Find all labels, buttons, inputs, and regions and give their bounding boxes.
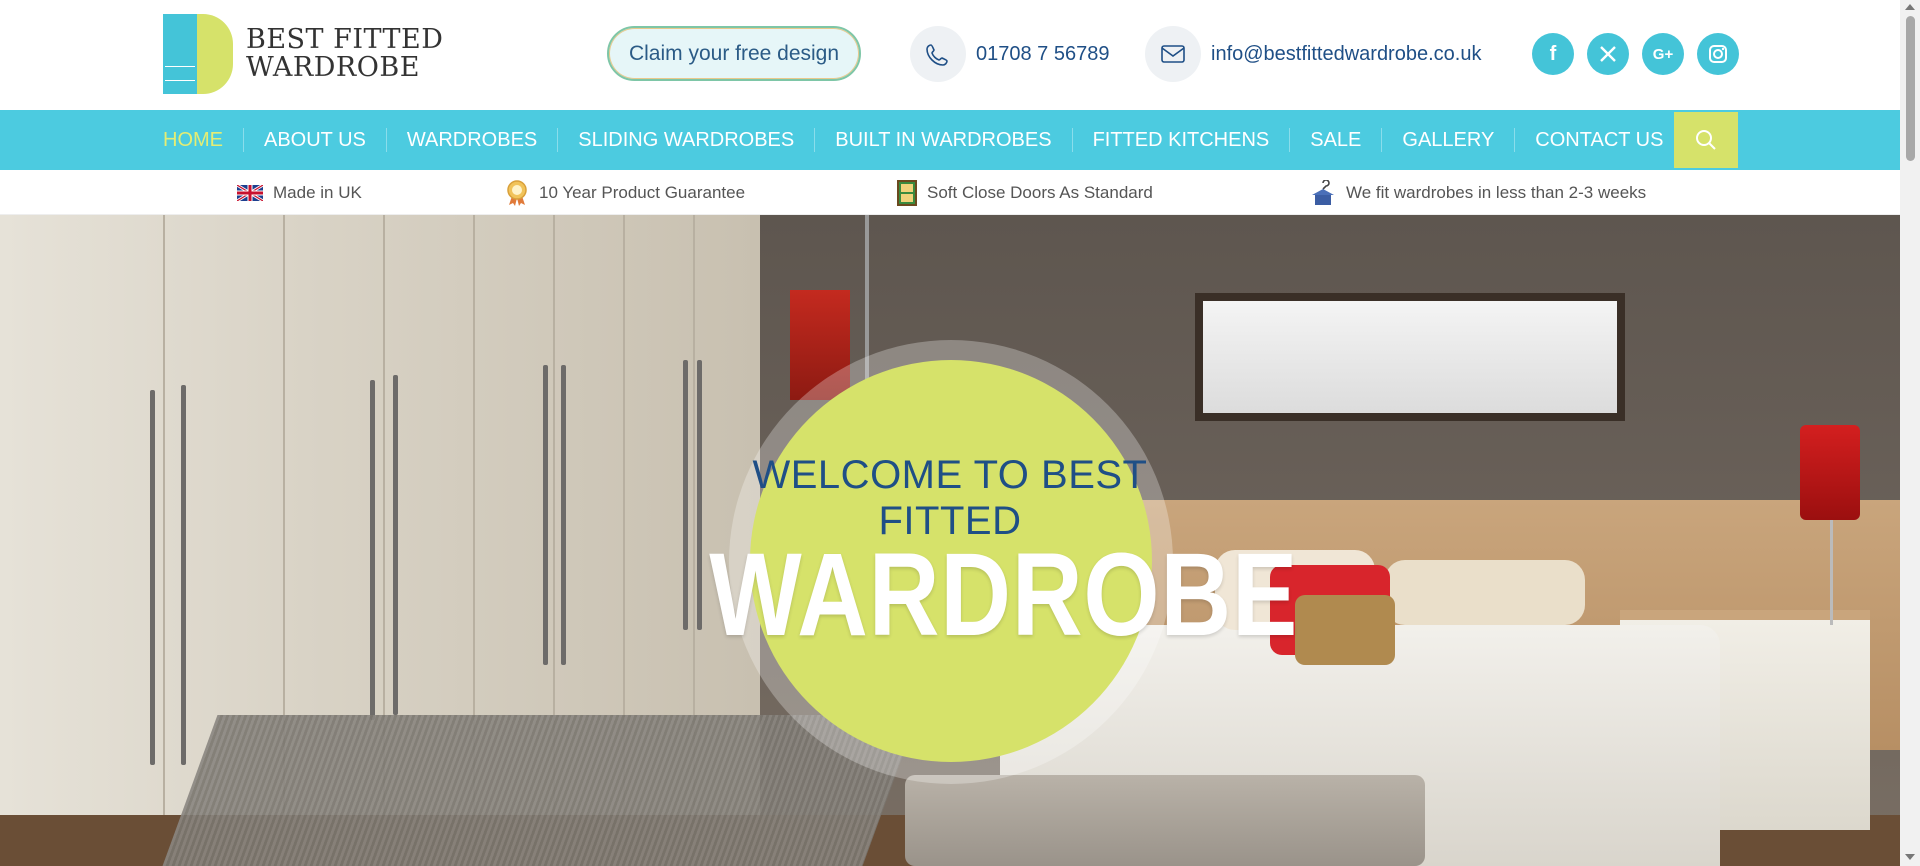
feature-made-in-uk: Made in UK (237, 170, 362, 215)
feature-fast-fitting: We fit wardrobes in less than 2-3 weeks (1310, 170, 1646, 215)
site-logo[interactable]: BEST FITTED WARDROBE (163, 14, 443, 94)
uk-flag-icon (237, 184, 263, 201)
nav-gallery[interactable]: GALLERY (1381, 128, 1514, 152)
nav-home[interactable]: HOME (163, 128, 243, 152)
award-ribbon-icon (505, 179, 529, 206)
facebook-icon[interactable]: f (1532, 33, 1574, 75)
site-header: BEST FITTED WARDROBE Claim your free des… (0, 0, 1900, 110)
lamp-shade (1800, 425, 1860, 520)
phone-contact[interactable]: 01708 7 56789 (910, 26, 1109, 82)
nav-wardrobes[interactable]: WARDROBES (385, 128, 557, 152)
mail-icon (1145, 26, 1201, 82)
scrollbar-thumb[interactable] (1906, 16, 1915, 161)
logo-line-2: WARDROBE (246, 52, 420, 83)
welcome-line-1: WELCOME TO BEST (752, 453, 1148, 497)
bedroom-window (1195, 293, 1625, 421)
logo-mark-icon (163, 14, 233, 94)
nav-contact-us[interactable]: CONTACT US (1514, 128, 1683, 152)
scroll-down-arrow-icon[interactable] (1905, 854, 1915, 860)
nav-sliding-wardrobes[interactable]: SLIDING WARDROBES (557, 128, 814, 152)
search-icon (1696, 130, 1716, 150)
nav-about-us[interactable]: ABOUT US (243, 128, 386, 152)
hanger-icon (1310, 179, 1336, 206)
pillow (1385, 560, 1585, 625)
phone-icon (910, 26, 966, 82)
feature-label: We fit wardrobes in less than 2-3 weeks (1346, 182, 1647, 202)
floor-rug (162, 715, 918, 866)
bench (905, 775, 1425, 866)
features-strip: Made in UK 10 Year Product Guarantee Sof… (0, 170, 1900, 215)
instagram-icon[interactable] (1697, 33, 1739, 75)
nav-fitted-kitchens[interactable]: FITTED KITCHENS (1071, 128, 1290, 152)
main-navigation: HOME ABOUT US WARDROBES SLIDING WARDROBE… (0, 110, 1900, 170)
email-address[interactable]: info@bestfittedwardrobe.co.uk (1211, 43, 1481, 66)
feature-label: 10 Year Product Guarantee (539, 182, 746, 202)
nav-sale[interactable]: SALE (1289, 128, 1381, 152)
email-contact[interactable]: info@bestfittedwardrobe.co.uk (1145, 26, 1481, 82)
gold-cushion (1295, 595, 1395, 665)
nav-built-in-wardrobes[interactable]: BUILT IN WARDROBES (814, 128, 1071, 152)
phone-number[interactable]: 01708 7 56789 (976, 43, 1109, 66)
search-button[interactable] (1674, 112, 1738, 168)
feature-guarantee: 10 Year Product Guarantee (505, 170, 745, 215)
logo-line-1: BEST FITTED (246, 24, 444, 55)
door-icon (897, 179, 917, 206)
scroll-up-arrow-icon[interactable] (1905, 4, 1915, 10)
feature-soft-close: Soft Close Doors As Standard (897, 170, 1153, 215)
hero-brand-text: WARDROBE (709, 529, 1299, 661)
feature-label: Soft Close Doors As Standard (927, 182, 1153, 202)
page-scrollbar[interactable] (1900, 0, 1920, 866)
logo-text: BEST FITTED WARDROBE (246, 26, 443, 82)
hero-banner: WELCOME TO BEST FITTED WARDROBE (0, 215, 1900, 866)
feature-label: Made in UK (273, 182, 362, 202)
x-twitter-icon[interactable] (1587, 33, 1629, 75)
claim-free-design-button[interactable]: Claim your free design (607, 26, 861, 81)
google-plus-icon[interactable]: G+ (1642, 33, 1684, 75)
